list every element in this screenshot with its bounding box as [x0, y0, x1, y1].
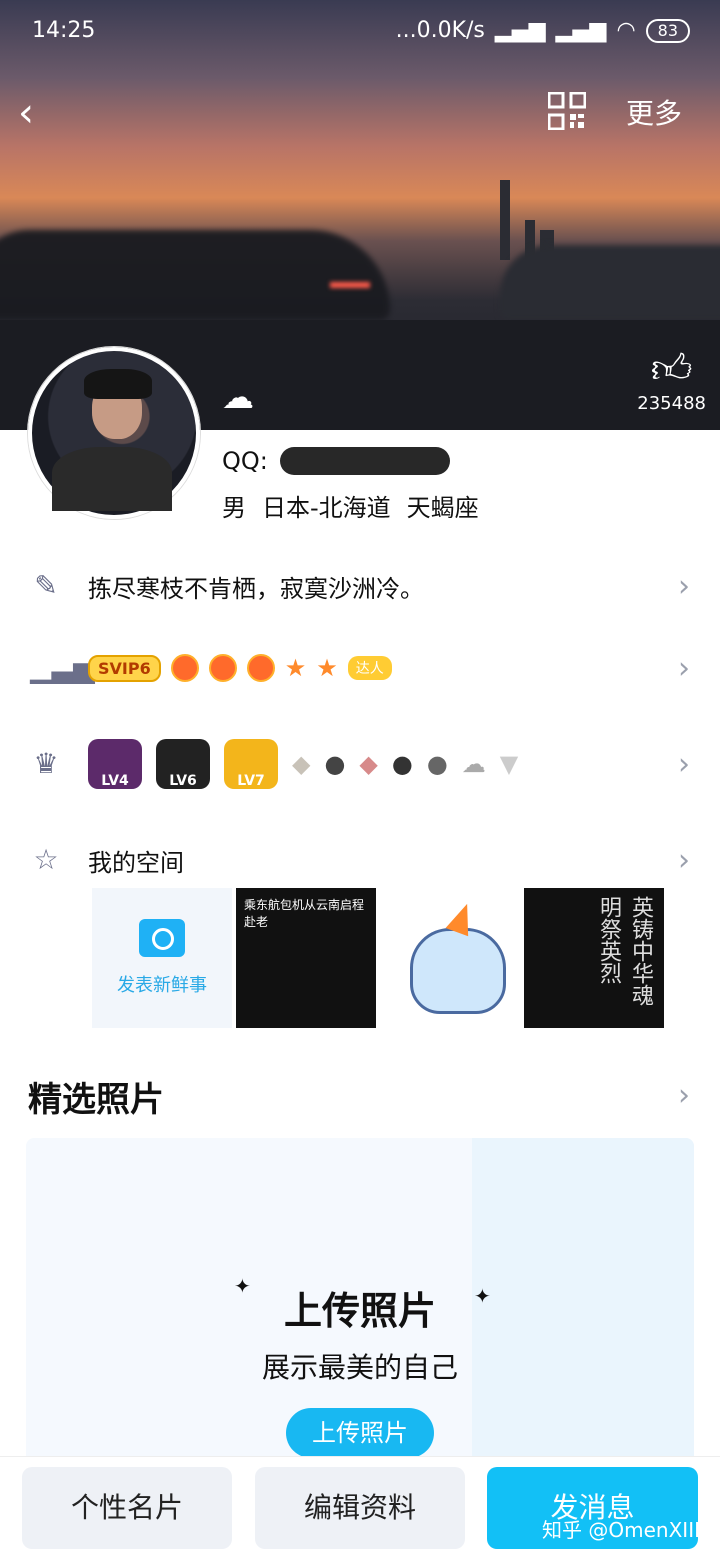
vip-badges: SVIP6 ★ ★ 达人 [88, 654, 392, 682]
cover-car-left [0, 230, 390, 320]
unicorn-sticker [410, 928, 506, 1014]
cover-taillight [330, 282, 370, 288]
redacted-qq-number [279, 447, 450, 475]
cover-tower [500, 180, 510, 260]
crown-icon: ♛ [33, 747, 59, 780]
upload-photos-card[interactable]: ✦ ✦ 上传照片 展示最美的自己 上传照片 [26, 1138, 694, 1468]
more-button[interactable]: 更多 [626, 92, 682, 132]
network-speed: ...0.0K/s [395, 18, 485, 43]
penguin-icon: ● [391, 750, 413, 778]
like-button[interactable]: 👍︎ 235488 [637, 345, 706, 414]
upload-title: 上传照片 [283, 1289, 436, 1333]
vip-row[interactable]: ▁▃▅ SVIP6 ★ ★ 达人 › [0, 638, 720, 698]
daren-badge: 达人 [347, 656, 392, 680]
chevron-right-icon: › [678, 650, 690, 686]
signal-icon: ▂▄▆ [555, 18, 607, 43]
thumbnail-caption: 英铸中华魂 明祭英烈 [596, 896, 653, 1006]
profile-card-button[interactable]: 个性名片 [22, 1467, 232, 1549]
sun-icon [170, 654, 199, 682]
new-post-tile[interactable]: 发表新鲜事 [92, 888, 232, 1028]
qq-label: QQ: [222, 447, 268, 475]
signature-row[interactable]: ✎ 拣尽寒枝不肯栖，寂寞沙洲冷。 › [0, 556, 720, 616]
space-thumbnail[interactable]: 乘东航包机从云南启程赴老 [236, 888, 376, 1028]
thumbs-up-icon: 👍︎ [650, 346, 693, 392]
diamond-icon: ◆ [292, 750, 311, 778]
battery-icon: 83 [645, 18, 690, 43]
new-post-label: 发表新鲜事 [117, 975, 207, 996]
sun-icon [246, 654, 275, 682]
featured-photos-title: 精选照片 [28, 1080, 164, 1120]
upload-photo-button[interactable]: 上传照片 [286, 1408, 434, 1458]
star-icon: ★ [284, 654, 307, 682]
diamond-icon: ▼ [499, 750, 519, 778]
penguin-icon: ● [324, 750, 346, 778]
zodiac: 天蝎座 [406, 494, 479, 522]
chevron-right-icon: › [678, 568, 690, 604]
upload-subtitle: 展示最美的自己 [261, 1351, 458, 1384]
location: 日本-北海道 [262, 494, 391, 522]
camera-icon [139, 919, 185, 957]
cover-car-right [500, 245, 720, 320]
avatar[interactable] [28, 347, 200, 519]
level-chart-icon: ▁▃▅ [30, 651, 95, 684]
like-count: 235488 [637, 393, 706, 414]
my-space-label: 我的空间 [88, 848, 184, 877]
space-thumbnail[interactable]: 英铸中华魂 明祭英烈 [524, 888, 664, 1028]
qr-code-icon[interactable] [548, 92, 586, 130]
vip-cloud-icon: ☁ [461, 750, 486, 778]
gender: 男 [222, 494, 246, 522]
chevron-right-icon: › [678, 842, 690, 878]
bottom-action-bar: 个性名片 编辑资料 发消息 [0, 1456, 720, 1560]
weather-icon: ☁︎ [222, 378, 254, 416]
badges-row[interactable]: ♛ LV4 LV6 LV7 ◆ ● ◆ ● ● ☁ ▼ › [0, 734, 720, 794]
space-thumbnails: 发表新鲜事 乘东航包机从云南启程赴老 英铸中华魂 明祭英烈 [92, 888, 664, 1028]
my-space-row[interactable]: ☆ 我的空间 › [0, 830, 720, 890]
thumbnail-caption: 乘东航包机从云南启程赴老 [244, 898, 365, 929]
level-badge: LV7 [224, 739, 278, 789]
back-icon[interactable]: ‹ [18, 90, 34, 136]
top-nav: ‹ 更多 [0, 80, 720, 140]
status-right: ...0.0K/s ▂▄▆ ▂▄▆ ◠ 83 [396, 18, 690, 43]
avatar-hair [84, 369, 152, 399]
level-badges: LV4 LV6 LV7 ◆ ● ◆ ● ● ☁ ▼ [88, 739, 518, 789]
gem-icon: ◆ [359, 750, 378, 778]
chevron-right-icon: › [678, 746, 690, 782]
level-badge: LV6 [156, 739, 210, 789]
qq-number: QQ: [222, 447, 450, 475]
penguin-icon: ● [426, 750, 448, 778]
space-star-icon: ☆ [33, 843, 59, 876]
avatar-shirt [52, 447, 172, 511]
level-badge: LV4 [88, 739, 142, 789]
sun-icon [208, 654, 237, 682]
svip-badge: SVIP6 [88, 654, 161, 682]
signature-text: 拣尽寒枝不肯栖，寂寞沙洲冷。 [88, 574, 424, 603]
edit-profile-button[interactable]: 编辑资料 [255, 1467, 465, 1549]
signal-icon: ▂▄▆ [494, 18, 546, 43]
watermark: 知乎 @OmenXIII [542, 1518, 700, 1542]
star-icon: ★ [316, 654, 338, 682]
status-time: 14:25 [32, 18, 96, 43]
pencil-icon: ✎ [34, 569, 58, 602]
chevron-right-icon[interactable]: › [678, 1078, 690, 1113]
wifi-icon: ◠ [616, 18, 636, 43]
profile-meta: 男 日本-北海道 天蝎座 [222, 488, 479, 523]
status-bar: 14:25 ...0.0K/s ▂▄▆ ▂▄▆ ◠ 83 [0, 0, 720, 64]
space-thumbnail[interactable] [380, 888, 520, 1028]
